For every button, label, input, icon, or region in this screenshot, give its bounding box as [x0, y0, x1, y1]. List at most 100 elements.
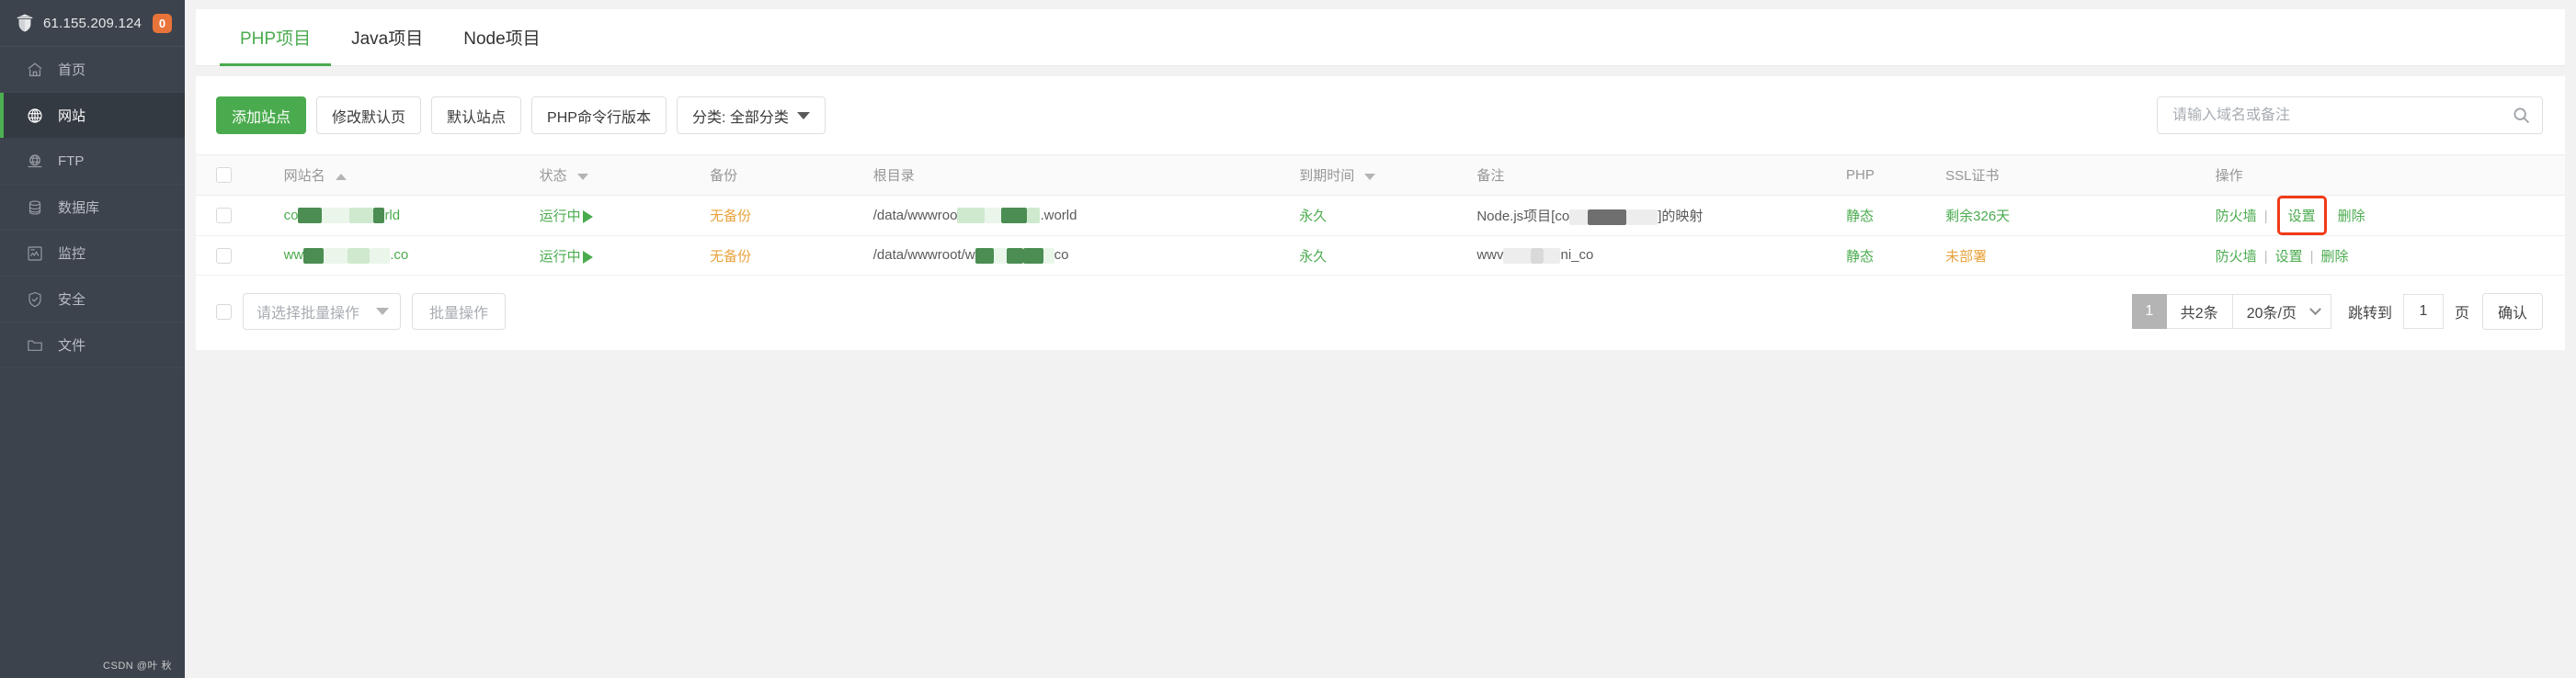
redaction-block [1022, 247, 1043, 264]
redaction-block [1531, 247, 1544, 264]
database-icon [26, 198, 44, 217]
sort-descending-icon[interactable] [576, 173, 588, 180]
cell-status[interactable]: 运行中 [533, 235, 705, 276]
batch-operation-select[interactable]: 请选择批量操作 [243, 293, 401, 330]
op-settings-link[interactable]: 设置 [2275, 249, 2303, 265]
modify-default-page-button[interactable]: 修改默认页 [316, 96, 422, 134]
table-row[interactable]: ww .co 运行中 无备份 /data/wwwroot/w co 永久 wwv… [196, 235, 2565, 276]
cell-note[interactable]: wwv ni_co [1471, 235, 1841, 276]
sidebar-item-home[interactable]: 首页 [0, 47, 185, 93]
cell-backup[interactable]: 无备份 [704, 235, 868, 276]
cell-note[interactable]: Node.js项目[co]的映射 [1471, 195, 1841, 236]
redaction-block [1544, 247, 1561, 264]
php-cli-version-button[interactable]: PHP命令行版本 [531, 96, 667, 134]
sidebar-item-security[interactable]: 安全 [0, 277, 185, 322]
cell-root-dir[interactable]: /data/wwwroot/w co [867, 235, 1294, 276]
search-box[interactable] [2157, 96, 2543, 134]
play-icon[interactable] [582, 250, 593, 264]
batch-operation-placeholder: 请选择批量操作 [256, 306, 360, 322]
header-label: 备注 [1476, 168, 1505, 184]
op-delete-link[interactable]: 删除 [2338, 209, 2365, 224]
op-firewall-link[interactable]: 防火墙 [2216, 209, 2257, 224]
redaction-block [373, 208, 385, 224]
jump-page-input[interactable] [2402, 294, 2444, 329]
cell-expire[interactable]: 永久 [1294, 235, 1472, 276]
backup-label: 无备份 [710, 209, 752, 224]
footer-select-all-checkbox[interactable] [216, 303, 232, 320]
sidebar-item-label: 监控 [58, 246, 86, 262]
batch-operation-button[interactable]: 批量操作 [412, 293, 507, 330]
sites-table-body: co rld 运行中 无备份 /data/wwwroo .world 永久 No… [196, 195, 2565, 276]
op-settings-link[interactable]: 设置 [2288, 209, 2316, 224]
sidebar-item-database[interactable]: 数据库 [0, 185, 185, 231]
page-number-1[interactable]: 1 [2131, 294, 2167, 329]
cell-site-name[interactable]: ww .co [278, 235, 534, 276]
table-row[interactable]: co rld 运行中 无备份 /data/wwwroo .world 永久 No… [196, 195, 2565, 236]
header-php[interactable]: PHP [1841, 154, 1941, 196]
cell-ssl[interactable]: 未部署 [1940, 235, 2210, 276]
redaction-block [348, 247, 370, 264]
add-site-button[interactable]: 添加站点 [216, 96, 307, 134]
header-backup[interactable]: 备份 [704, 154, 868, 196]
cell-status[interactable]: 运行中 [533, 195, 705, 236]
select-all-checkbox[interactable] [216, 167, 232, 184]
category-filter-dropdown[interactable]: 分类: 全部分类 [676, 96, 826, 134]
cell-expire[interactable]: 永久 [1294, 195, 1472, 236]
sidebar-item-label: 安全 [58, 292, 86, 308]
sidebar-item-monitor[interactable]: 监控 [0, 231, 185, 277]
cell-php[interactable]: 静态 [1841, 235, 1941, 276]
header-label: 状态 [539, 168, 567, 184]
sidebar-item-website[interactable]: 网站 [0, 93, 185, 139]
redaction-block [298, 208, 323, 224]
notification-badge[interactable]: 0 [153, 13, 172, 33]
sidebar-header: 61.155.209.124 0 [0, 0, 185, 47]
page-size-select[interactable]: 20条/页 [2232, 294, 2331, 329]
php-label: 静态 [1846, 248, 1875, 265]
header-ssl[interactable]: SSL证书 [1940, 154, 2210, 196]
cell-ssl[interactable]: 剩余326天 [1940, 195, 2210, 236]
op-firewall-link[interactable]: 防火墙 [2216, 249, 2257, 265]
redaction-block [1588, 209, 1627, 225]
cell-root-dir[interactable]: /data/wwwroo .world [867, 195, 1294, 236]
default-site-button[interactable]: 默认站点 [431, 96, 522, 134]
row-select-cell [196, 195, 279, 236]
header-note[interactable]: 备注 [1471, 154, 1841, 196]
search-input[interactable] [2171, 106, 2506, 125]
pagination: 1 共2条 20条/页 跳转到 页 确认 [2131, 293, 2543, 330]
sidebar-item-files[interactable]: 文件 [0, 322, 185, 368]
globe-icon [26, 107, 44, 125]
sidebar: 61.155.209.124 0 首页 网站 FTP 数据库 监控 安全 文件 … [0, 0, 185, 678]
tab-node-project[interactable]: Node项目 [443, 9, 560, 65]
cell-backup[interactable]: 无备份 [704, 195, 868, 236]
tab-php-project[interactable]: PHP项目 [220, 9, 332, 66]
status-label: 运行中 [539, 209, 581, 224]
header-root-dir[interactable]: 根目录 [867, 154, 1294, 196]
sidebar-item-label: 文件 [58, 338, 86, 354]
sidebar-item-ftp[interactable]: FTP [0, 139, 185, 185]
redaction-block [1006, 247, 1023, 264]
site-name-prefix: ww [283, 247, 304, 264]
expire-label: 永久 [1299, 209, 1328, 224]
root-dir-suffix: .world [1040, 207, 1077, 223]
root-dir-prefix: /data/wwwroot/w [872, 247, 975, 264]
row-select-cell [196, 235, 279, 276]
header-site-name[interactable]: 网站名 [278, 154, 534, 196]
row-checkbox[interactable] [216, 208, 232, 224]
search-icon[interactable] [2512, 106, 2531, 125]
sort-ascending-icon[interactable] [335, 173, 347, 180]
sort-descending-icon[interactable] [1364, 173, 1376, 180]
tab-java-project[interactable]: Java项目 [331, 9, 443, 65]
header-status[interactable]: 状态 [533, 154, 705, 196]
confirm-button[interactable]: 确认 [2481, 293, 2543, 330]
cell-site-name[interactable]: co rld [278, 195, 534, 236]
root-dir-suffix: co [1054, 247, 1069, 264]
server-ip: 61.155.209.124 [43, 15, 142, 31]
op-delete-link[interactable]: 删除 [2321, 249, 2349, 265]
cell-php[interactable]: 静态 [1841, 195, 1941, 236]
redaction-block [985, 208, 1002, 224]
op-separator: | [2263, 209, 2268, 224]
row-checkbox[interactable] [216, 247, 232, 264]
play-icon[interactable] [582, 210, 593, 224]
op-separator: | [2263, 248, 2268, 265]
header-expire-time[interactable]: 到期时间 [1294, 154, 1472, 196]
